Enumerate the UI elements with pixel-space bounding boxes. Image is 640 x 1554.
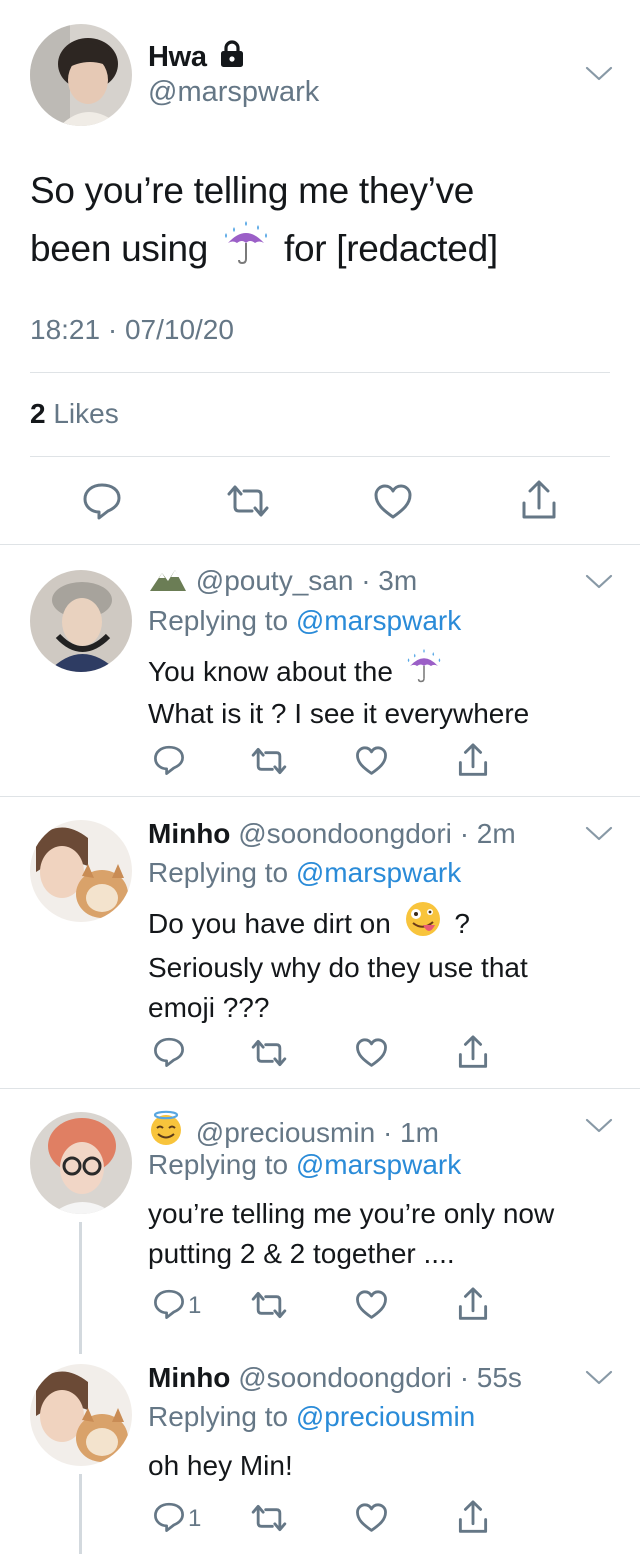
reply-button[interactable] xyxy=(82,481,122,521)
reply-text-line: putting 2 & 2 together .... xyxy=(148,1238,455,1269)
likes-count: 2 xyxy=(30,398,46,429)
reply-name: Minho xyxy=(148,818,231,849)
umbrella-with-rain-icon xyxy=(405,649,443,694)
reply-button[interactable] xyxy=(153,744,185,776)
section-divider xyxy=(0,796,640,797)
chevron-down-icon[interactable] xyxy=(584,572,614,592)
reply-text-part: ? xyxy=(454,908,470,939)
divider xyxy=(30,372,610,373)
tweet-timestamp[interactable]: 18:21 · 07/10/20 xyxy=(30,314,234,346)
retweet-button[interactable] xyxy=(250,1290,288,1320)
chevron-down-icon[interactable] xyxy=(584,1116,614,1136)
replying-to-link[interactable]: @marspwark xyxy=(296,1149,461,1180)
retweet-button[interactable] xyxy=(250,1038,288,1068)
like-button[interactable] xyxy=(355,745,388,777)
share-button[interactable] xyxy=(457,1034,489,1070)
share-button[interactable] xyxy=(457,1499,489,1535)
author-avatar[interactable] xyxy=(30,24,132,126)
replying-to-label: Replying to xyxy=(148,857,289,888)
replying-to-label: Replying to xyxy=(148,1149,289,1180)
section-divider xyxy=(0,1088,640,1089)
likes-label: Likes xyxy=(53,398,119,429)
reply-text: oh hey Min! xyxy=(148,1446,618,1486)
reply-header[interactable]: @pouty_san · 3m xyxy=(148,565,417,600)
thread-connector xyxy=(79,1474,82,1554)
reply-name: Minho xyxy=(148,1362,231,1393)
reply-text: You know about the What is it ? I see it… xyxy=(148,649,618,734)
retweet-button[interactable] xyxy=(226,483,270,519)
tweet-text-part: been using xyxy=(30,228,209,269)
like-button[interactable] xyxy=(355,1037,388,1069)
replying-to-link[interactable]: @preciousmin xyxy=(296,1401,475,1432)
lock-icon xyxy=(219,40,245,76)
reply-text-line: oh hey Min! xyxy=(148,1450,293,1481)
divider xyxy=(30,456,610,457)
reply-text-line: You know about the xyxy=(148,649,618,694)
replying-to: Replying to @preciousmin xyxy=(148,1401,475,1433)
reply-handle: @soondoongdori xyxy=(238,1362,452,1393)
halo-face-icon xyxy=(148,1110,184,1153)
reply-count: 1 xyxy=(188,1505,202,1532)
reply-text-line: Seriously why do they use that xyxy=(148,952,528,983)
author-handle[interactable]: @marspwark xyxy=(148,76,319,109)
author-name-text: Hwa xyxy=(148,41,207,73)
likes-count-link[interactable]: 2 Likes xyxy=(30,398,119,430)
like-button[interactable] xyxy=(355,1289,388,1321)
chevron-down-icon[interactable] xyxy=(584,64,614,84)
like-button[interactable] xyxy=(355,1502,388,1534)
avatar[interactable] xyxy=(30,1112,132,1214)
reply-time: · 1m xyxy=(382,1117,439,1148)
chevron-down-icon[interactable] xyxy=(584,1368,614,1388)
reply-text-part: Do you have dirt on xyxy=(148,908,391,939)
chevron-down-icon[interactable] xyxy=(584,824,614,844)
thread-connector xyxy=(79,1222,82,1354)
replying-to-label: Replying to xyxy=(148,1401,289,1432)
tweet-text-line-1: So you’re telling me they’ve xyxy=(30,170,475,211)
avatar[interactable] xyxy=(30,570,132,672)
reply-header[interactable]: Minho @soondoongdori · 2m xyxy=(148,818,516,850)
umbrella-with-rain-icon xyxy=(222,220,270,282)
mountain-icon xyxy=(148,565,188,600)
author-name[interactable]: Hwa xyxy=(148,40,245,76)
reply-text-line: What is it ? I see it everywhere xyxy=(148,698,530,729)
retweet-button[interactable] xyxy=(250,1503,288,1533)
avatar[interactable] xyxy=(30,1364,132,1466)
share-button[interactable] xyxy=(457,1286,489,1322)
avatar[interactable] xyxy=(30,820,132,922)
reply-text-line: you’re telling me you’re only now xyxy=(148,1198,555,1229)
reply-time: · 3m xyxy=(361,565,418,596)
replying-to-link[interactable]: @marspwark xyxy=(296,605,461,636)
reply-handle: @preciousmin xyxy=(195,1117,376,1148)
reply-time: · 2m xyxy=(459,818,516,849)
reply-button[interactable] xyxy=(153,1501,185,1533)
reply-handle: @soondoongdori xyxy=(238,818,452,849)
reply-header[interactable]: Minho @soondoongdori · 55s xyxy=(148,1362,522,1394)
section-divider xyxy=(0,544,640,545)
reply-time: · 55s xyxy=(459,1362,522,1393)
tweet-text-part: for [redacted] xyxy=(284,228,498,269)
reply-text-line: emoji ??? xyxy=(148,992,270,1023)
replying-to-link[interactable]: @marspwark xyxy=(296,857,461,888)
reply-text-part: You know about the xyxy=(148,656,393,687)
reply-text: Do you have dirt on ? Seriously why do t… xyxy=(148,901,618,1028)
reply-handle: @pouty_san xyxy=(195,565,354,596)
like-button[interactable] xyxy=(373,483,413,521)
replying-to: Replying to @marspwark xyxy=(148,605,461,637)
zany-face-icon xyxy=(405,901,441,948)
reply-button[interactable] xyxy=(153,1288,185,1320)
share-button[interactable] xyxy=(520,479,558,521)
replying-to: Replying to @marspwark xyxy=(148,857,461,889)
reply-header[interactable]: @preciousmin · 1m xyxy=(148,1110,439,1153)
tweet-text-line-2: been using for [redacted] xyxy=(30,220,620,282)
replying-to: Replying to @marspwark xyxy=(148,1149,461,1181)
tweet-text: So you’re telling me they’ve been using … xyxy=(30,162,620,282)
retweet-button[interactable] xyxy=(250,746,288,776)
reply-text: you’re telling me you’re only now puttin… xyxy=(148,1194,618,1274)
replying-to-label: Replying to xyxy=(148,605,289,636)
reply-count: 1 xyxy=(188,1292,202,1319)
share-button[interactable] xyxy=(457,742,489,778)
reply-text-line: Do you have dirt on ? xyxy=(148,901,618,948)
reply-button[interactable] xyxy=(153,1036,185,1068)
